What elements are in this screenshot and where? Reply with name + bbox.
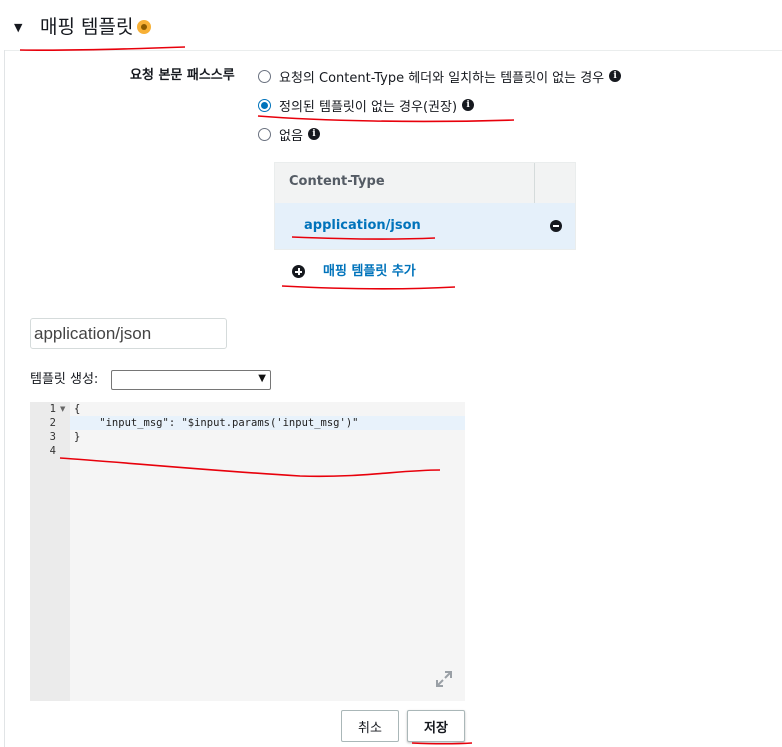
add-icon[interactable]: [292, 265, 305, 278]
caret-down-icon[interactable]: ▼: [14, 22, 26, 34]
table-header: Content-Type: [275, 163, 575, 204]
annotation-underline-add: [281, 285, 456, 290]
template-code-editor[interactable]: 1 ▼ 2 3 4 { "input_msg": "$input.params(…: [30, 402, 465, 701]
chevron-down-icon: ▼: [258, 373, 266, 384]
section-divider: [4, 50, 782, 51]
line-number: 2: [49, 417, 56, 429]
passthrough-label: 요청 본문 패스스루: [130, 68, 235, 83]
section-title[interactable]: 매핑 템플릿: [40, 14, 133, 40]
info-icon[interactable]: i: [462, 99, 475, 111]
content-type-link[interactable]: application/json: [304, 218, 421, 233]
passthrough-option-when-no-match[interactable]: 요청의 Content-Type 헤더와 일치하는 템플릿이 없는 경우 i: [258, 66, 622, 86]
annotation-underline-option: [257, 115, 515, 123]
passthrough-option-never[interactable]: 없음 i: [258, 124, 320, 144]
fold-arrow-icon[interactable]: ▼: [60, 402, 65, 416]
remove-icon[interactable]: [550, 220, 562, 232]
add-mapping-template-link[interactable]: 매핑 템플릿 추가: [323, 263, 416, 281]
content-type-column-header: Content-Type: [289, 174, 385, 189]
content-type-field[interactable]: application/json: [30, 318, 227, 349]
option-label: 없음: [279, 128, 303, 144]
code-line[interactable]: {: [74, 402, 80, 416]
section-border: [4, 50, 5, 747]
expand-icon[interactable]: [435, 670, 453, 688]
option-label: 요청의 Content-Type 헤더와 일치하는 템플릿이 없는 경우: [279, 70, 605, 86]
radio-button-selected[interactable]: [258, 98, 271, 112]
column-divider: [534, 163, 535, 203]
save-button[interactable]: 저장: [407, 710, 465, 742]
status-badge-icon: [137, 20, 151, 34]
line-number: 1: [49, 403, 56, 415]
option-label: 정의된 템플릿이 없는 경우(권장): [279, 99, 458, 115]
info-icon[interactable]: i: [307, 128, 320, 140]
passthrough-option-when-no-templates[interactable]: 정의된 템플릿이 없는 경우(권장) i: [258, 95, 475, 115]
generate-template-label: 템플릿 생성:: [30, 372, 99, 387]
info-icon[interactable]: i: [609, 70, 622, 82]
cancel-button[interactable]: 취소: [341, 710, 399, 742]
line-number: 4: [49, 445, 56, 457]
content-type-table: Content-Type application/json: [274, 162, 576, 250]
code-line[interactable]: }: [74, 430, 80, 444]
radio-button[interactable]: [258, 127, 271, 141]
table-row[interactable]: application/json: [275, 203, 575, 249]
annotation-underline-save: [411, 742, 473, 745]
code-line[interactable]: "input_msg": "$input.params('input_msg')…: [74, 416, 358, 430]
generate-template-select[interactable]: ▼: [111, 370, 271, 390]
radio-button[interactable]: [258, 69, 271, 83]
line-number: 3: [49, 431, 56, 443]
